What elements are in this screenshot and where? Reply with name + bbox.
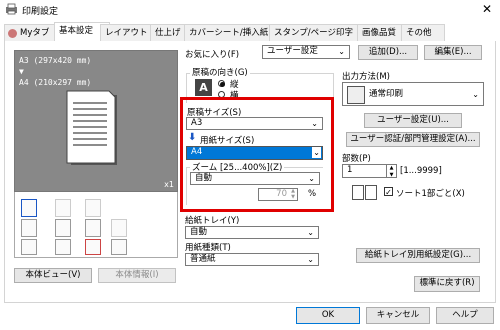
add-favorite-button[interactable]: 追加(D)...	[358, 45, 418, 60]
paper-size-label: 用紙サイズ(S)	[200, 136, 255, 146]
tray-paper-settings-button[interactable]: 給紙トレイ別用紙設定(G)...	[356, 248, 480, 263]
paper-tray-label: 給紙トレイ(Y)	[185, 216, 240, 226]
zoom-percent-unit: %	[308, 189, 317, 199]
favorites-label: お気に入り(F)	[185, 50, 240, 60]
zoom-select[interactable]: 自動 ⌄	[190, 172, 320, 185]
original-size-select[interactable]: A3 ⌄	[186, 117, 323, 130]
copies-label: 部数(P)	[342, 154, 371, 164]
copies-spinner[interactable]: ▲ ▼	[387, 164, 397, 178]
user-auth-icon	[55, 239, 71, 255]
paper-tray-select[interactable]: 自動 ⌄	[185, 226, 319, 239]
tab-other[interactable]: その他	[401, 24, 445, 42]
paper-type-label: 用紙種類(T)	[185, 243, 231, 253]
collate-checkbox[interactable]: ✓	[384, 187, 393, 197]
duplex-icon	[85, 219, 101, 237]
favorites-select[interactable]: ユーザー設定 ⌄	[262, 45, 350, 59]
document-icon	[21, 239, 37, 255]
orientation-label: 原稿の向き(G)	[190, 66, 250, 78]
help-button[interactable]: ヘルプ	[436, 307, 494, 324]
color-icon	[55, 219, 71, 237]
auth-settings-button[interactable]: ユーザー認証/部門管理設定(A)...	[346, 132, 480, 147]
fold-icon	[111, 219, 127, 237]
account-icon	[85, 239, 101, 255]
output-tray-icon[interactable]	[21, 199, 37, 217]
copies-range: [1...9999]	[400, 166, 442, 176]
user-icon	[8, 29, 17, 38]
close-icon[interactable]: ✕	[482, 2, 492, 16]
chevron-down-icon: ⌄	[307, 228, 314, 237]
staple-icon	[55, 199, 71, 217]
preview-size-text: A3 (297x420 mm) ▼ A4 (210x297 mm)	[19, 56, 92, 87]
portrait-radio[interactable]	[218, 80, 225, 87]
chevron-down-icon: ⌄	[338, 47, 345, 56]
preview-scale: x1	[164, 180, 174, 189]
orientation-preview-icon: A	[195, 79, 212, 96]
device-icon-grid	[14, 192, 178, 258]
secure-print-icon	[111, 239, 127, 255]
ok-button[interactable]: OK	[296, 307, 360, 324]
chevron-down-icon: ⌄	[307, 255, 314, 264]
chevron-down-icon: ⌄	[472, 90, 479, 99]
tab-strip: Myタブ 基本設定 レイアウト 仕上げ カバーシート/挿入紙 スタンプ/ページ印…	[4, 22, 496, 43]
tab-stamp[interactable]: スタンプ/ページ印字	[269, 24, 367, 42]
restore-defaults-button[interactable]: 標準に戻す(R)	[414, 276, 480, 292]
device-info-button: 本体情報(I)	[98, 268, 176, 283]
paper-size-select[interactable]: A4 ⌄	[186, 146, 323, 160]
printer-icon	[6, 3, 17, 15]
output-method-select[interactable]: 通常印刷 ⌄	[342, 82, 484, 106]
chevron-down-icon: ⌄	[312, 147, 321, 158]
edit-favorite-button[interactable]: 編集(E)...	[424, 45, 482, 60]
print-preview: A3 (297x420 mm) ▼ A4 (210x297 mm) x1	[14, 50, 178, 192]
device-view-button[interactable]: 本体ビュー(V)	[14, 268, 92, 283]
output-method-label: 出力方法(M)	[342, 72, 390, 82]
window-title: 印刷設定	[22, 7, 59, 17]
chevron-down-icon: ⌄	[311, 119, 318, 128]
tab-cover-insert[interactable]: カバーシート/挿入紙	[184, 24, 279, 42]
zoom-spinner[interactable]: ▲ ▼	[288, 188, 298, 201]
paper-type-select[interactable]: 普通紙 ⌄	[185, 253, 319, 266]
user-settings-button[interactable]: ユーザー設定(U)...	[364, 113, 462, 128]
copies-input[interactable]: 1	[342, 164, 387, 178]
cancel-button[interactable]: キャンセル	[366, 307, 430, 324]
collate-icon	[352, 183, 378, 201]
punch-icon	[85, 199, 101, 217]
collate-label: ソート1部ごと(X)	[396, 189, 465, 199]
print-icon	[347, 86, 365, 104]
chevron-down-icon: ⌄	[308, 174, 315, 183]
copy-icon	[21, 219, 37, 237]
arrow-down-icon: ⬇	[188, 132, 197, 143]
title-bar: 印刷設定 ✕	[0, 0, 500, 20]
paper-preview-icon	[66, 90, 117, 165]
